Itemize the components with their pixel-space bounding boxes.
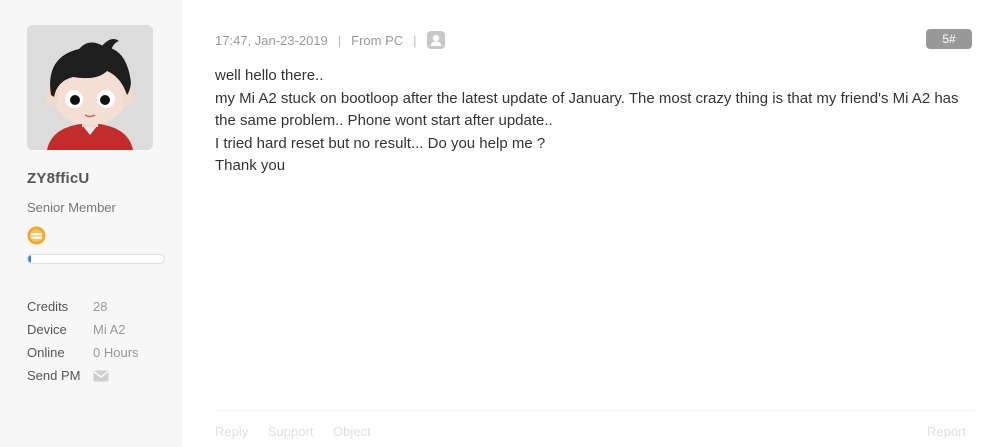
post-timestamp: 17:47, Jan-23-2019: [215, 32, 328, 48]
message-line: Thank you: [215, 157, 286, 174]
stat-label: Device: [27, 322, 67, 337]
stat-device: Device Mi A2: [27, 318, 177, 341]
level-progress-fill: [28, 255, 31, 263]
level-progress-bar: [27, 254, 165, 264]
stat-value: 28: [93, 299, 108, 314]
stat-online: Online 0 Hours: [27, 341, 177, 364]
post-source: From PC: [351, 32, 404, 48]
message-line: my Mi A2 stuck on bootloop after the lat…: [215, 89, 959, 130]
stat-value: Mi A2: [93, 322, 126, 337]
stat-value: 0 Hours: [93, 345, 139, 360]
author-stats: Credits 28 Device Mi A2 Online 0 Hours S…: [27, 295, 177, 387]
forum-post: ZY8fficU Senior Member Credits 28 Device…: [0, 0, 1000, 447]
author-sidebar: ZY8fficU Senior Member Credits 28 Device…: [0, 0, 182, 447]
medal-icon[interactable]: [27, 226, 46, 245]
envelope-icon[interactable]: [93, 370, 109, 382]
actions-divider: [215, 410, 975, 411]
post-meta: 17:47, Jan-23-2019 | From PC |: [215, 31, 445, 49]
avatar[interactable]: [27, 25, 153, 150]
stat-send-pm[interactable]: Send PM: [27, 364, 177, 387]
post-message: well hello there.. my Mi A2 stuck on boo…: [215, 65, 980, 178]
floor-number-badge[interactable]: 5#: [926, 29, 972, 49]
message-line: I tried hard reset but no result... Do y…: [215, 134, 546, 152]
stat-label: Credits: [27, 299, 69, 314]
stat-credits: Credits 28: [27, 295, 177, 318]
post-actions: Reply Support Object: [215, 424, 387, 439]
support-link[interactable]: Support: [268, 424, 314, 439]
object-link[interactable]: Object: [333, 424, 371, 439]
user-silhouette-icon: [426, 31, 445, 49]
author-username[interactable]: ZY8fficU: [27, 170, 89, 187]
meta-separator: |: [337, 32, 342, 48]
meta-separator: |: [413, 32, 417, 48]
send-pm-label[interactable]: Send PM: [27, 368, 93, 383]
report-link[interactable]: Report: [927, 424, 966, 439]
stat-label: Online: [27, 345, 65, 360]
message-line: well hello there..: [215, 67, 324, 84]
author-rank: Senior Member: [27, 200, 116, 215]
reply-link[interactable]: Reply: [215, 424, 248, 439]
